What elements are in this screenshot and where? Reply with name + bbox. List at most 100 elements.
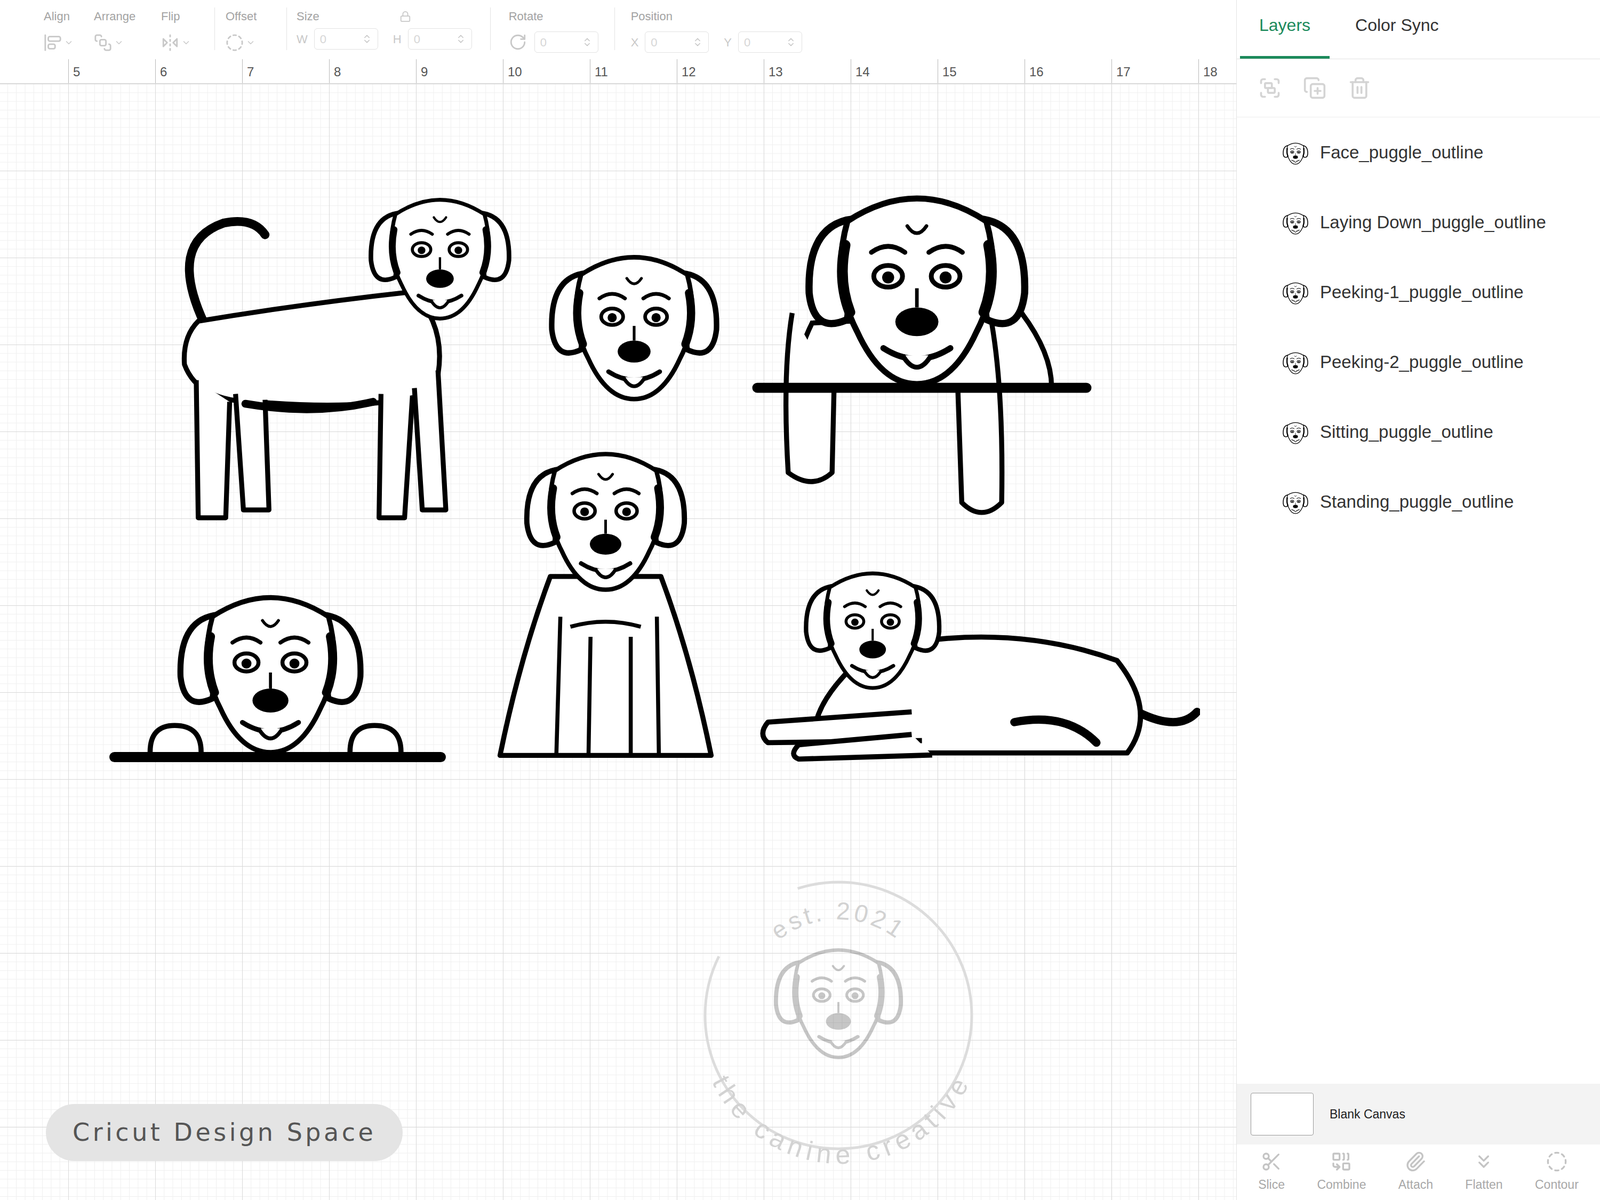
size-group: SizeW0H0 xyxy=(296,7,472,50)
action-button[interactable]: Contour xyxy=(1534,1150,1579,1195)
toolbar-group: Align xyxy=(43,7,94,52)
layer-row[interactable]: Standing_puggle_outline xyxy=(1236,466,1600,537)
action-icon xyxy=(1473,1150,1495,1173)
rotate-input[interactable]: 0 xyxy=(534,31,599,53)
action-icon xyxy=(1546,1150,1568,1173)
layer-thumbnail-icon xyxy=(1281,419,1310,445)
tool-icon xyxy=(43,33,62,52)
panel-tab[interactable]: Layers xyxy=(1240,12,1330,59)
watermark-dog-icon xyxy=(776,949,901,1058)
canvas[interactable]: est. 2021the canine creative Cricut Desig… xyxy=(0,83,1237,1200)
canvas-swatch[interactable] xyxy=(1250,1092,1314,1136)
action-icon xyxy=(1260,1150,1283,1173)
divider xyxy=(490,7,491,51)
tool-icon xyxy=(225,33,244,52)
spinner-icon[interactable] xyxy=(581,36,593,48)
ruler-mark: 6 xyxy=(155,59,243,84)
number-input[interactable]: 0 xyxy=(644,31,709,53)
ruler-mark: 17 xyxy=(1111,59,1199,84)
toolbar-group: Offset xyxy=(225,7,277,52)
divider xyxy=(286,7,287,51)
ruler-mark: 9 xyxy=(416,59,503,84)
ruler-mark: 13 xyxy=(763,59,851,84)
watermark-logo: est. 2021the canine creative xyxy=(662,839,1015,1192)
toolbar-label: Arrange xyxy=(93,7,162,26)
layer-list: Face_puggle_outlineLaying Down_puggle_ou… xyxy=(1236,117,1600,537)
spinner-icon[interactable] xyxy=(361,33,373,45)
toolbar-button[interactable] xyxy=(93,33,162,52)
workspace: AlignArrangeFlipOffsetSizeW0H0Rotate0Pos… xyxy=(0,0,1237,1200)
toolbar-button[interactable] xyxy=(43,33,94,52)
sitting-dog-drawing[interactable] xyxy=(479,435,732,768)
divider xyxy=(214,7,215,51)
toolbar-group: Arrange xyxy=(93,7,162,52)
action-button[interactable]: Combine xyxy=(1316,1150,1366,1195)
layer-thumbnail-icon xyxy=(1281,210,1310,235)
duplicate-icon[interactable] xyxy=(1302,76,1327,100)
ruler-mark: 12 xyxy=(676,59,764,84)
ruler-mark: 10 xyxy=(502,59,590,84)
toolbar-label: Position xyxy=(630,7,803,26)
toolbar-label: Flip xyxy=(161,7,204,26)
layer-row[interactable]: Sitting_puggle_outline xyxy=(1236,396,1600,467)
field-label: Y xyxy=(723,33,732,52)
peeking-dog-drawing[interactable] xyxy=(109,576,446,764)
number-input[interactable]: 0 xyxy=(738,31,803,53)
spinner-icon[interactable] xyxy=(455,33,467,45)
caret-icon xyxy=(181,37,191,48)
toolbar-label: Size xyxy=(296,7,320,26)
tool-icon xyxy=(161,33,180,52)
rotate-group: Rotate 0 xyxy=(508,7,599,53)
layer-thumbnail-icon xyxy=(1281,280,1310,305)
layer-thumbnail-icon xyxy=(1281,349,1310,375)
layer-row[interactable]: Laying Down_puggle_outline xyxy=(1236,187,1600,258)
panel-tab[interactable]: Color Sync xyxy=(1336,12,1459,59)
toolbar-button[interactable] xyxy=(225,33,277,52)
group-icon[interactable] xyxy=(1258,76,1282,100)
number-field: H0 xyxy=(393,28,472,50)
action-button[interactable]: Flatten xyxy=(1465,1150,1503,1195)
number-input[interactable]: 0 xyxy=(408,28,472,50)
canvas-swatch-row[interactable]: Blank Canvas xyxy=(1236,1083,1600,1145)
caret-icon xyxy=(114,37,124,48)
panel-tabs: LayersColor Sync xyxy=(1236,0,1600,60)
delete-icon[interactable] xyxy=(1347,76,1372,100)
toolbar-label: Rotate xyxy=(508,7,599,26)
laying-dog-drawing[interactable] xyxy=(756,557,1200,764)
toolbar-button[interactable] xyxy=(161,33,204,52)
ruler: 56789101112131415161718 xyxy=(0,59,1237,84)
layer-row[interactable]: Face_puggle_outline xyxy=(1236,117,1600,188)
layer-row[interactable]: Peeking-1_puggle_outline xyxy=(1236,257,1600,327)
face-dog-drawing[interactable] xyxy=(515,237,754,405)
spinner-icon[interactable] xyxy=(692,36,703,48)
action-button[interactable]: Attach xyxy=(1398,1150,1434,1195)
app-badge: Cricut Design Space xyxy=(45,1104,403,1162)
ruler-mark: 5 xyxy=(68,59,156,84)
action-icon xyxy=(1404,1150,1427,1173)
spinner-icon[interactable] xyxy=(785,36,797,48)
peeking-dog-drawing[interactable] xyxy=(752,173,1092,528)
layers-panel: LayersColor Sync Face_puggle_outlineLayin… xyxy=(1236,0,1600,1200)
field-label: H xyxy=(393,30,402,48)
toolbar: AlignArrangeFlipOffsetSizeW0H0Rotate0Pos… xyxy=(0,0,1237,60)
ruler-mark: 18 xyxy=(1198,59,1237,84)
layer-row[interactable]: Peeking-2_puggle_outline xyxy=(1236,326,1600,397)
rotate-icon[interactable] xyxy=(508,33,527,52)
number-input[interactable]: 0 xyxy=(314,28,379,50)
caret-icon xyxy=(245,37,256,48)
toolbar-label: Align xyxy=(43,7,94,26)
lock-icon[interactable] xyxy=(399,10,412,23)
standing-dog-drawing[interactable] xyxy=(127,183,521,538)
action-button[interactable]: Slice xyxy=(1258,1150,1285,1195)
number-field: X0 xyxy=(630,31,710,53)
layer-tools xyxy=(1236,59,1600,118)
number-field: Y0 xyxy=(723,31,803,53)
action-icon xyxy=(1330,1150,1352,1173)
field-label: W xyxy=(296,30,308,48)
layer-thumbnail-icon xyxy=(1281,489,1310,515)
toolbar-label: Offset xyxy=(225,7,277,26)
watermark-top-text: est. 2021 xyxy=(765,896,912,945)
position-group: Position X0 Y0 xyxy=(630,7,803,53)
toolbar-group: Flip xyxy=(161,7,204,52)
app: AlignArrangeFlipOffsetSizeW0H0Rotate0Pos… xyxy=(0,0,1600,1200)
